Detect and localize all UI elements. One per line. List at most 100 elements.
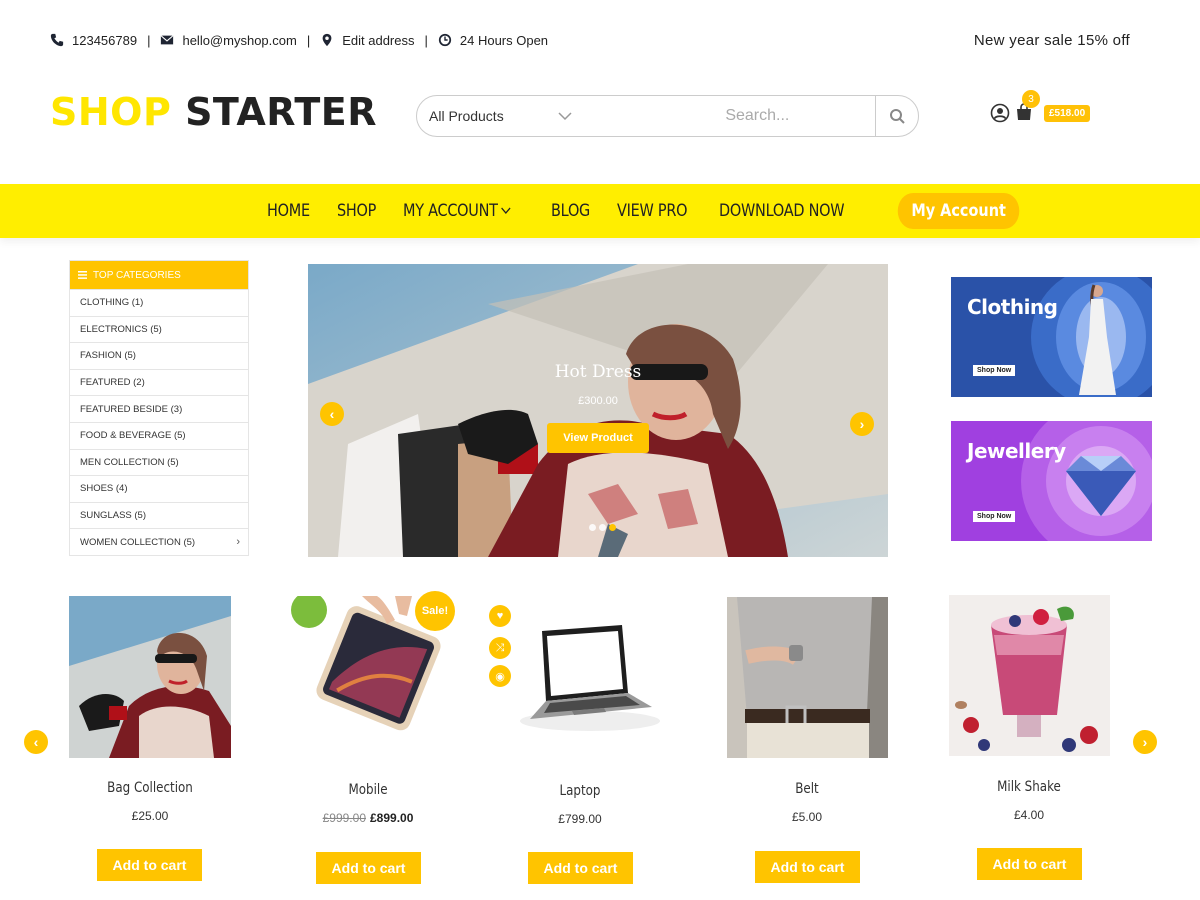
category-item[interactable]: WOMEN COLLECTION (5) ›	[70, 528, 248, 555]
search-icon	[890, 109, 905, 124]
wishlist-button[interactable]: ♥	[489, 605, 511, 627]
slider-dot[interactable]	[589, 524, 596, 531]
chevron-right-icon: ›	[236, 536, 240, 549]
nav-blog[interactable]: BLOG	[551, 201, 590, 221]
phone-number: 123456789	[72, 32, 138, 48]
slider-next-button[interactable]: ›	[850, 412, 874, 436]
product-card: Sale! Mobile £999.00 £899.00 Add to cart	[268, 591, 468, 886]
milk-shake-image	[949, 595, 1110, 756]
shuffle-icon: ⤨	[495, 641, 505, 654]
category-item[interactable]: SHOES (4)	[70, 475, 248, 502]
jewellery-banner[interactable]: Jewellery Shop Now	[951, 421, 1152, 541]
site-logo[interactable]: SHOP STARTER	[50, 90, 377, 134]
separator: |	[424, 32, 428, 48]
product-name[interactable]: Belt	[722, 781, 892, 797]
chevron-right-icon: ›	[859, 416, 865, 432]
product-image[interactable]	[500, 601, 662, 763]
price-value: £25.00	[131, 809, 169, 823]
search-input[interactable]	[582, 96, 876, 136]
list-icon	[78, 271, 87, 279]
nav-my-account-label: MY ACCOUNT	[403, 201, 499, 221]
category-label: CLOTHING (1)	[80, 297, 144, 309]
banner-title: Clothing	[967, 295, 1058, 319]
address-item[interactable]: Edit address	[320, 33, 414, 48]
old-price: £999.00	[322, 811, 366, 825]
shop-now-button[interactable]: Shop Now	[973, 365, 1016, 376]
hero-image	[308, 264, 888, 557]
chevron-right-icon: ›	[1142, 734, 1148, 750]
main-nav: HOME SHOP MY ACCOUNT BLOG VIEW PRO DOWNL…	[0, 184, 1200, 238]
category-item[interactable]: FOOD & BEVERAGE (5)	[70, 421, 248, 449]
cart-total[interactable]: £518.00	[1044, 104, 1091, 122]
envelope-icon	[160, 35, 174, 45]
search-button[interactable]	[875, 96, 918, 136]
clothing-banner[interactable]: Clothing Shop Now	[951, 277, 1152, 397]
category-label: FEATURED (2)	[80, 377, 145, 389]
category-item[interactable]: FASHION (5)	[70, 342, 248, 369]
category-item[interactable]: MEN COLLECTION (5)	[70, 448, 248, 476]
bag-collection-image	[69, 596, 231, 758]
user-icon[interactable]	[990, 103, 1010, 123]
category-item[interactable]: FEATURED (2)	[70, 368, 248, 396]
top-bar: 123456789 | hello@myshop.com | Edit addr…	[50, 28, 1130, 52]
chevron-left-icon: ‹	[329, 406, 335, 422]
products-prev-button[interactable]: ‹	[24, 730, 48, 754]
product-name[interactable]: Bag Collection	[65, 780, 235, 796]
slider-dot[interactable]	[599, 524, 606, 531]
chevron-left-icon: ‹	[33, 734, 39, 750]
hero-title: Hot Dress	[554, 362, 642, 382]
email-item[interactable]: hello@myshop.com	[160, 32, 297, 48]
banner-title: Jewellery	[967, 439, 1066, 463]
hours-text: 24 Hours Open	[459, 32, 549, 48]
product-price: £999.00 £899.00	[268, 811, 468, 825]
nav-shop[interactable]: SHOP	[337, 201, 376, 221]
email-address: hello@myshop.com	[182, 32, 297, 48]
add-to-cart-button[interactable]: Add to cart	[977, 848, 1082, 880]
category-label: ELECTRONICS (5)	[80, 323, 162, 335]
separator: |	[147, 32, 151, 48]
add-to-cart-button[interactable]: Add to cart	[528, 852, 633, 884]
search-bar: All Products	[416, 95, 919, 137]
category-item[interactable]: SUNGLASS (5)	[70, 501, 248, 529]
quick-view-button[interactable]: ◉	[489, 665, 511, 687]
separator: |	[306, 32, 311, 48]
nav-my-account[interactable]: MY ACCOUNT	[403, 201, 512, 221]
phone-item[interactable]: 123456789	[50, 33, 137, 48]
product-card: ♥ ⤨ ◉ Laptop £799.00 Add to cart	[480, 596, 680, 886]
product-name[interactable]: Mobile	[283, 782, 453, 798]
category-item[interactable]: FEATURED BESIDE (3)	[70, 395, 248, 422]
hours-item: 24 Hours Open	[438, 33, 548, 48]
add-to-cart-button[interactable]: Add to cart	[97, 849, 202, 881]
eye-icon: ◉	[495, 670, 505, 683]
phone-icon	[50, 33, 64, 47]
product-image[interactable]	[69, 596, 231, 758]
search-category-value: All Products	[429, 108, 504, 124]
shop-now-button[interactable]: Shop Now	[973, 511, 1016, 522]
cart-button[interactable]: 3	[1014, 90, 1040, 124]
product-image[interactable]	[727, 597, 888, 758]
product-name[interactable]: Laptop	[495, 783, 665, 799]
nav-view-pro[interactable]: VIEW PRO	[617, 201, 688, 221]
product-image[interactable]	[949, 595, 1110, 756]
my-account-button[interactable]: My Account	[897, 193, 1020, 229]
category-label: WOMEN COLLECTION (5)	[80, 536, 196, 548]
address-text: Edit address	[342, 32, 415, 48]
view-product-button[interactable]: View Product	[547, 423, 649, 453]
product-card: Milk Shake £4.00 Add to cart	[929, 595, 1129, 886]
product-name[interactable]: Milk Shake	[944, 779, 1114, 795]
slider-dot-active[interactable]	[609, 524, 616, 531]
product-price: £799.00	[480, 812, 680, 826]
nav-download-now[interactable]: DOWNLOAD NOW	[719, 201, 845, 221]
clock-icon	[438, 33, 451, 47]
category-label: SHOES (4)	[80, 483, 128, 495]
category-item[interactable]: ELECTRONICS (5)	[70, 315, 248, 343]
category-sidebar: TOP CATEGORIES CLOTHING (1) ELECTRONICS …	[69, 260, 249, 556]
add-to-cart-button[interactable]: Add to cart	[755, 851, 860, 883]
search-category-select[interactable]: All Products	[417, 108, 582, 124]
compare-button[interactable]: ⤨	[489, 637, 511, 659]
products-next-button[interactable]: ›	[1133, 730, 1157, 754]
nav-home[interactable]: HOME	[267, 201, 310, 221]
add-to-cart-button[interactable]: Add to cart	[316, 852, 421, 884]
slider-prev-button[interactable]: ‹	[320, 402, 344, 426]
category-item[interactable]: CLOTHING (1)	[70, 289, 248, 316]
